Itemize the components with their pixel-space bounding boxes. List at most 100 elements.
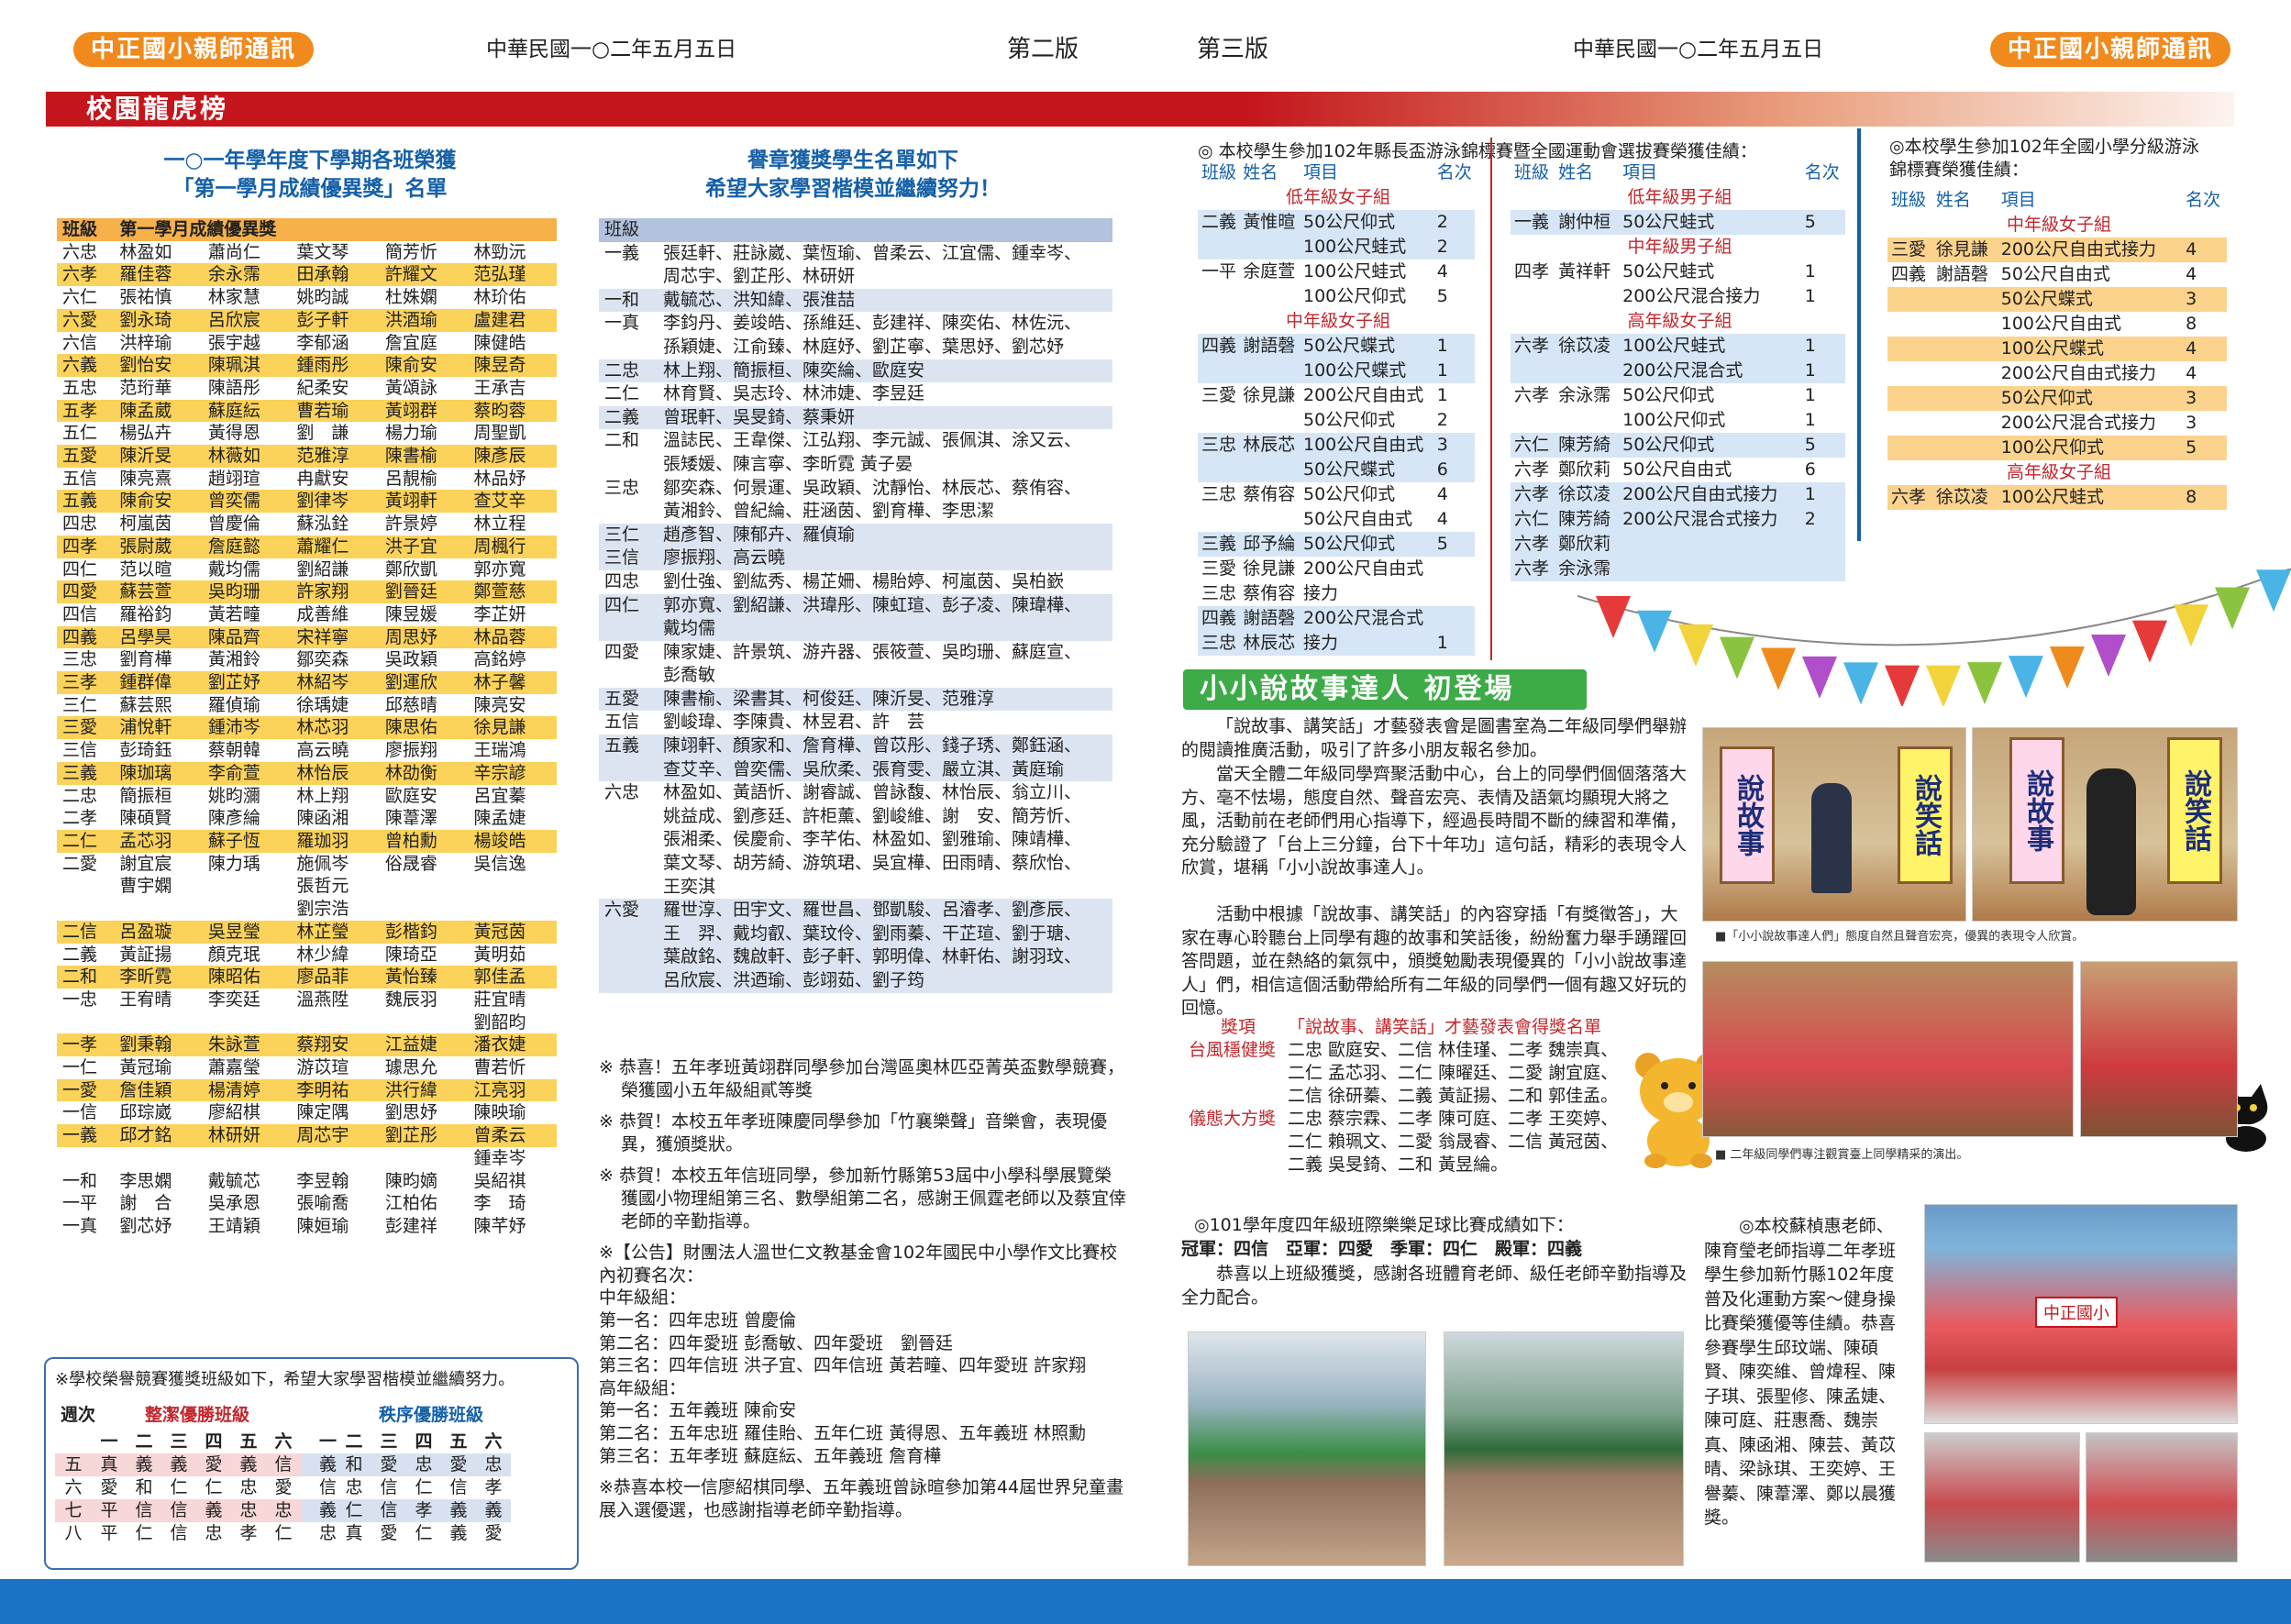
table-cell: 張矮媛、陳言寧、李昕霓 黃子晏 xyxy=(663,453,913,474)
group-row: 高年級女子組 xyxy=(1511,309,1845,334)
table-cell: 田承翰 xyxy=(291,263,380,287)
gym-banner: 中正國小 xyxy=(2035,1297,2118,1328)
table-row: 六忠 林盈如、黃語忻、謝睿誠、曾詠馥、林怡辰、翁立川、 xyxy=(599,781,1112,805)
table-cell: 李昕霓 xyxy=(114,966,203,989)
table-cell: 四義 xyxy=(1198,606,1240,631)
table-cell: 莊宜晴 xyxy=(473,989,526,1010)
table-row: 三孝 鍾群偉 劉芷妤 林紹岑 劉運欣 林子馨 xyxy=(57,671,557,694)
table-cell: 50公尺蝶式 xyxy=(1997,287,2183,312)
table-cell xyxy=(380,875,469,898)
story-child-1 xyxy=(1811,783,1852,893)
table-cell: 100公尺蝶式 xyxy=(1300,359,1433,383)
table-row: 姚益成、劉彥廷、許柜薰、劉峻維、謝 安、簡芳忻、 xyxy=(599,805,1112,829)
table-row: 二和 李昕霓 陳昭佑 廖品菲 黃怡臻 郭佳孟 xyxy=(57,966,557,989)
table-cell: 黃冠瑜 xyxy=(119,1057,172,1078)
date-left: 中華民國一○二年五月五日 xyxy=(486,38,737,61)
table-cell xyxy=(599,617,658,641)
table-cell xyxy=(57,898,114,921)
table-row: 五義 陳俞安 曾奕儒 劉律岑 黃翊軒 查艾辛 xyxy=(57,490,557,514)
table-cell: 李芷妍 xyxy=(473,603,526,624)
table-cell: 蘇芸熙 xyxy=(119,694,172,715)
table-cell: 冉獻安 xyxy=(296,468,349,489)
swim-left-table: 班級 姓名 項目 名次 低年級女子組 二義 黃惟暄 50公尺仰式 2 100公尺蛙式 2 一平 余庭萱 1… xyxy=(1198,160,1475,656)
table-row: 鍾幸岑 xyxy=(57,1147,557,1170)
table-row: 50公尺仰式 2 xyxy=(1198,408,1475,433)
table-cell: 周芯宇 xyxy=(291,1124,380,1147)
table-cell: 忠 xyxy=(266,1499,301,1522)
table-row: 四義 呂學昊 陳品齊 宋祥寧 周思妤 林品蓉 xyxy=(57,625,557,649)
table-row: 50公尺自由式 4 xyxy=(1198,507,1475,532)
table-cell: 三義 xyxy=(1198,532,1240,557)
table-row: 一愛 詹佳穎 楊清婷 李明祐 洪行緯 江亮羽 xyxy=(57,1078,557,1102)
table-cell: 名次 xyxy=(2186,190,2221,210)
table-cell xyxy=(203,1147,292,1170)
award2-line3: 二義 吳旻錡、二和 黃昱綸。 xyxy=(1288,1154,1509,1175)
table-cell: 林薇如 xyxy=(202,445,292,468)
table-row: 六忠 林盈如 蕭尚仁 葉文琴 簡芳忻 林勁沅 xyxy=(57,241,557,264)
note-line: 中年級組： xyxy=(599,1287,687,1309)
table-row: 劉韶昀 xyxy=(57,1011,557,1034)
table-cell: 一真 xyxy=(604,313,640,334)
note-line: 第二名：五年忠班 羅佳貽、五年仁班 黃得恩、五年義班 林照勳 xyxy=(599,1422,1087,1443)
football-intro: ◎101學年度四年級班際樂樂足球比賽成績如下： xyxy=(1194,1215,1574,1235)
table-cell: 邱才銘 xyxy=(114,1124,203,1147)
table-cell: 名次 xyxy=(1804,162,1840,182)
table-cell: 二和 xyxy=(57,966,115,989)
table-cell: 高年級女子組 xyxy=(1627,311,1732,331)
table-cell: 低年級男子組 xyxy=(1627,187,1732,207)
football-photo-2 xyxy=(1444,1331,1684,1566)
table-cell: 陳珮淇 xyxy=(202,354,292,377)
story-para-3: 活動中根據「說故事、講笑話」的內容穿插「有獎徵答」，大家在專心聆聽台上同學有趣的… xyxy=(1181,904,1688,1018)
table-cell: 溫誌民、王韋傑、江弘翔、李元誠、張佩淇、涂又云、 xyxy=(663,430,1082,451)
table-row: 一義 張廷軒、莊詠崴、葉恆瑜、曾柔云、江宜儒、鍾幸岑、 xyxy=(599,242,1112,266)
table-cell: 六 xyxy=(55,1476,92,1499)
table-cell: 8 xyxy=(2182,485,2227,510)
table-cell: 50公尺自由式 xyxy=(1303,509,1413,529)
notes-section: ※ 恭喜！五年孝班黃翊群同學參加台灣區奧林匹亞菁英盃數學競賽，榮獲國小五年級組貳… xyxy=(599,1056,1126,1521)
table-cell: 彭喬敏 xyxy=(663,665,716,686)
table-cell: 50公尺仰式 xyxy=(1303,484,1396,504)
story-title-bg: 小小說故事達人 初登場 xyxy=(1183,669,1587,710)
table-cell: 六孝 xyxy=(1511,482,1555,507)
table-cell: 名次 xyxy=(1436,162,1472,182)
table-cell: 彭琦鈺 xyxy=(119,740,172,761)
table-cell: 林紹岑 xyxy=(291,671,380,694)
table-header: 班級 姓名 項目 名次 xyxy=(1198,160,1475,185)
table-cell: 林子馨 xyxy=(468,671,557,694)
table-cell: 柯嵐茵 xyxy=(119,514,172,535)
table-cell xyxy=(1239,507,1300,532)
table-cell: 三仁 xyxy=(599,523,658,547)
table-cell: 林上翔、簡振桓、陳奕綸、歐庭安 xyxy=(658,359,1112,383)
table-cell: 姓名 xyxy=(1935,190,1971,210)
table-cell: 一平 xyxy=(1201,261,1237,282)
table-cell: 陳芳綺 xyxy=(1555,433,1620,458)
table-cell xyxy=(1511,359,1555,383)
table-cell: 羅珈羽 xyxy=(291,829,380,853)
table-cell xyxy=(1555,359,1620,383)
bunting-flag xyxy=(1678,624,1713,667)
table-row: 二義 曾珉軒、吳旻錡、蔡秉妍 xyxy=(599,405,1112,430)
table-cell: 李 琦 xyxy=(473,1193,526,1214)
table-cell: 許家翔 xyxy=(291,580,380,603)
table-cell xyxy=(1800,532,1845,557)
table-cell: 信 xyxy=(161,1522,196,1545)
story-sign-3: 說故事 xyxy=(2009,737,2064,884)
table-cell: 2 xyxy=(1436,410,1448,430)
table-cell: 六忠 xyxy=(604,782,640,803)
table-row: 四愛 蘇芸萱 吳昀珊 許家翔 劉晉廷 鄭萱慈 xyxy=(57,580,557,603)
table-row: 一義 邱才銘 林研妍 周芯宇 劉芷彤 曾柔云 xyxy=(57,1124,557,1147)
table-cell: 黃若疃 xyxy=(207,603,260,624)
table-cell: 呂盈璇 xyxy=(114,920,203,944)
table-cell: 余庭萱 xyxy=(1243,261,1296,282)
group-row: 中年級女子組 xyxy=(1887,213,2227,238)
table-cell: 邱琮崴 xyxy=(119,1102,172,1123)
table-row: 100公尺蝶式 1 xyxy=(1198,359,1475,383)
table-cell: 謝 合 xyxy=(119,1193,172,1214)
note-line: 第三名：四年信班 洪子宜、四年信班 黃若疃、四年愛班 許家翔 xyxy=(599,1355,1087,1376)
table-cell: 信 xyxy=(301,1476,338,1499)
table-cell: 5 xyxy=(1800,433,1845,458)
table-row: 三義 陳珈璃 李俞萱 林怡辰 林劭衡 辛宗諺 xyxy=(57,761,557,785)
table-cell: 蘇庭紜 xyxy=(202,399,292,423)
story-photo-1: 說故事 說笑話 xyxy=(1702,727,1966,922)
bunting-flag xyxy=(1843,662,1878,705)
